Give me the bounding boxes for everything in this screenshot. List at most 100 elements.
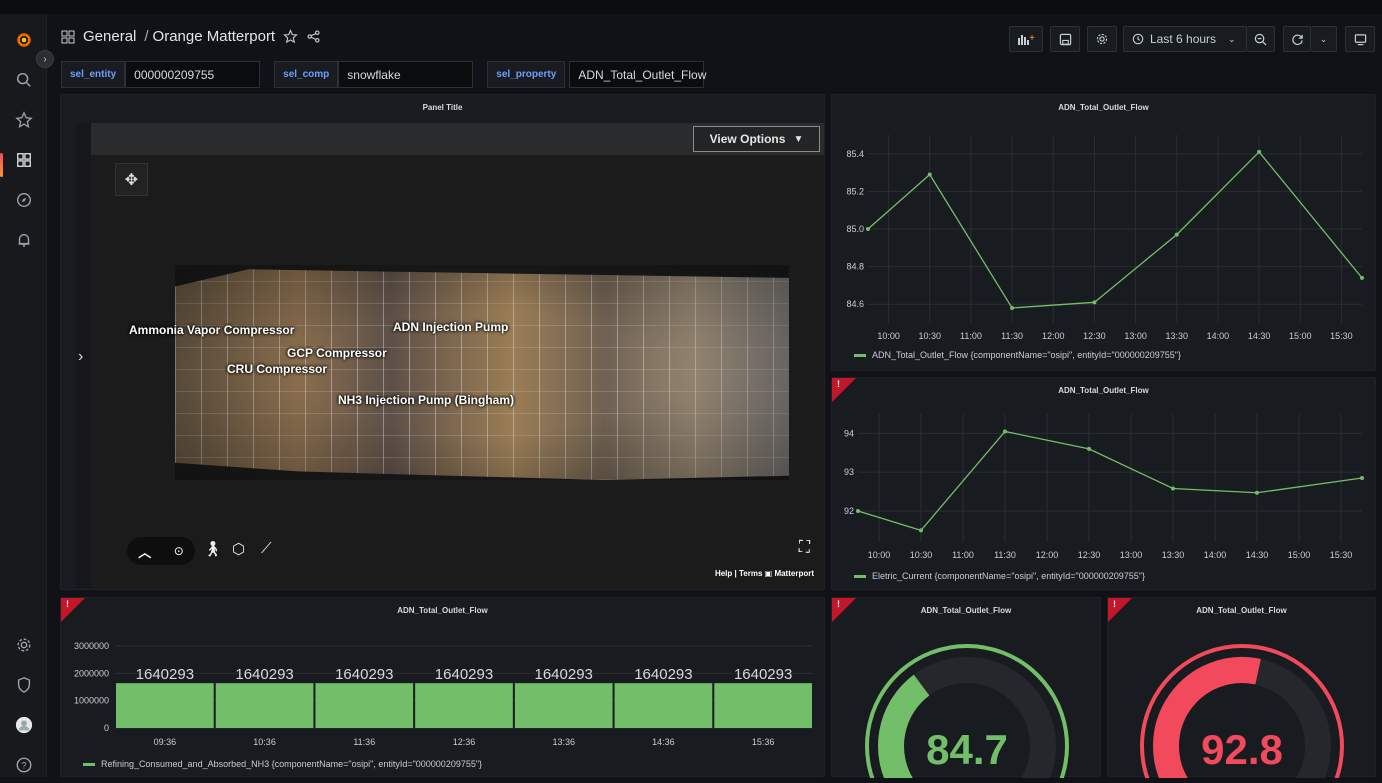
dashboards-icon[interactable] bbox=[0, 142, 47, 178]
gauge-chart[interactable]: 84.7 bbox=[832, 598, 1102, 778]
dashboards-icon bbox=[16, 153, 31, 167]
expand-sidebar-chevron-icon[interactable]: › bbox=[78, 348, 83, 366]
data-point bbox=[1360, 275, 1364, 280]
bar-value-label: 1640293 bbox=[235, 666, 293, 683]
y-tick-label: 0 bbox=[104, 723, 109, 733]
mattertag-label[interactable]: CRU Compressor bbox=[227, 362, 327, 376]
legend-label: Eletric_Current {componentName="osipi", … bbox=[872, 571, 1145, 581]
tv-mode-button[interactable] bbox=[1345, 26, 1375, 52]
mattertag-label[interactable]: GCP Compressor bbox=[287, 346, 387, 360]
navigation-mode-button[interactable]: ✥ bbox=[115, 163, 148, 196]
flow-line-chart[interactable]: 84.6 84.8 85.0 85.2 85.4 10:00 10:30 11:00 11:30… bbox=[832, 95, 1377, 372]
walk-mode-icon[interactable]: 🚶︎ bbox=[203, 540, 222, 558]
terms-link[interactable]: Terms bbox=[739, 569, 762, 578]
x-tick-label: 11:00 bbox=[952, 550, 974, 560]
var-input-comp[interactable]: snowflake bbox=[338, 61, 474, 88]
y-tick-label: 2000000 bbox=[74, 668, 109, 678]
refresh-interval-dropdown[interactable]: ⌄ bbox=[1311, 26, 1337, 52]
tour-controls[interactable]: ︿ ⊙ bbox=[127, 537, 195, 565]
x-tick-label: 11:30 bbox=[994, 550, 1016, 560]
x-tick-label: 10:36 bbox=[253, 737, 276, 747]
series-line bbox=[867, 150, 1363, 309]
chart-legend[interactable]: ADN_Total_Outlet_Flow {componentName="os… bbox=[854, 350, 1181, 360]
share-icon[interactable] bbox=[306, 29, 321, 44]
gauge-chart[interactable]: 92.8 bbox=[1108, 598, 1377, 778]
configuration-icon[interactable] bbox=[0, 627, 47, 663]
3d-model-canvas[interactable]: ✥ Ammonia Vapor Compressor ADN Injection… bbox=[91, 155, 824, 588]
sidebar: ? bbox=[0, 14, 47, 777]
x-tick-label: 11:36 bbox=[353, 737, 375, 747]
legend-color-swatch bbox=[83, 762, 95, 766]
save-dashboard-button[interactable] bbox=[1050, 26, 1080, 52]
chart-legend[interactable]: Refining_Consumed_and_Absorbed_NH3 {comp… bbox=[83, 759, 482, 769]
dashboard-title[interactable]: Orange Matterport bbox=[153, 28, 276, 45]
flow-line-panel: ADN_Total_Outlet_Flow 84.6 84.8 85.0 85.2 85… bbox=[831, 94, 1376, 371]
var-input-property[interactable]: ADN_Total_Outlet_Flow bbox=[569, 61, 706, 88]
var-input-entity[interactable]: 000000209755 bbox=[125, 61, 261, 88]
star-icon[interactable] bbox=[283, 29, 298, 44]
gauge-value: 84.7 bbox=[926, 726, 1008, 773]
svg-text:+: + bbox=[1029, 33, 1035, 44]
mattertag-label[interactable]: ADN Injection Pump bbox=[393, 320, 508, 334]
sidebar-expand-button[interactable]: › bbox=[36, 50, 54, 68]
refresh-button[interactable] bbox=[1283, 26, 1311, 52]
explore-icon[interactable] bbox=[0, 182, 47, 218]
y-tick-label: 84.8 bbox=[846, 262, 864, 272]
x-tick-label: 12:00 bbox=[1036, 550, 1059, 560]
dollhouse-icon[interactable]: ⬡ bbox=[232, 540, 245, 558]
server-admin-icon[interactable] bbox=[0, 667, 47, 703]
bar-value-label: 1640293 bbox=[535, 666, 593, 683]
bar-chart[interactable]: 0 1000000 2000000 3000000 1640293 09:36 164029… bbox=[61, 598, 826, 778]
play-icon[interactable]: ⊙ bbox=[174, 544, 184, 558]
panel-title[interactable]: Panel Title bbox=[61, 103, 824, 112]
add-panel-button[interactable]: + bbox=[1009, 26, 1043, 52]
x-tick-label: 12:30 bbox=[1078, 550, 1101, 560]
x-tick-label: 14:30 bbox=[1248, 331, 1271, 341]
gear-icon bbox=[1096, 33, 1108, 45]
avatar[interactable] bbox=[0, 707, 47, 743]
x-tick-label: 10:00 bbox=[877, 331, 900, 341]
x-tick-label: 09:36 bbox=[154, 737, 177, 747]
data-point bbox=[1360, 476, 1364, 480]
time-range-label: Last 6 hours bbox=[1150, 32, 1217, 46]
legend-label: Refining_Consumed_and_Absorbed_NH3 {comp… bbox=[101, 759, 483, 769]
zoom-out-button[interactable] bbox=[1247, 26, 1275, 52]
view-options-label: View Options bbox=[709, 132, 786, 146]
current-line-chart[interactable]: 92 93 94 10:00 10:30 11:00 11:30 12:00 12:30 13:0… bbox=[832, 378, 1377, 591]
alerting-icon[interactable] bbox=[0, 222, 47, 258]
data-point bbox=[1010, 305, 1015, 310]
chart-legend[interactable]: Eletric_Current {componentName="osipi", … bbox=[854, 571, 1145, 581]
measure-icon[interactable]: ⟋ bbox=[261, 540, 272, 557]
gauge-panel-1: ! ADN_Total_Outlet_Flow 84.7 bbox=[831, 597, 1102, 778]
matterport-brand[interactable]: Matterport bbox=[774, 569, 814, 578]
fullscreen-icon[interactable]: ⛶ bbox=[799, 539, 810, 557]
gauge-value: 92.8 bbox=[1201, 726, 1283, 773]
view-options-button[interactable]: View Options ▼ bbox=[693, 126, 820, 152]
data-point bbox=[1171, 486, 1175, 491]
bar-value-label: 1640293 bbox=[634, 666, 692, 683]
legend-label: ADN_Total_Outlet_Flow {componentName="os… bbox=[872, 350, 1181, 360]
time-picker[interactable]: Last 6 hours ⌄ bbox=[1123, 26, 1247, 52]
help-link[interactable]: Help bbox=[715, 569, 732, 578]
search-icon[interactable] bbox=[0, 62, 47, 98]
mattertag-label[interactable]: NH3 Injection Pump (Bingham) bbox=[338, 393, 514, 407]
breadcrumb-folder[interactable]: General bbox=[83, 28, 136, 45]
y-tick-label: 3000000 bbox=[74, 641, 109, 651]
mattertag-label[interactable]: Ammonia Vapor Compressor bbox=[129, 323, 294, 337]
gauge-value-arc bbox=[878, 674, 930, 778]
chevron-down-icon: ⌄ bbox=[1228, 33, 1236, 44]
chevron-right-icon: › bbox=[43, 53, 47, 65]
y-tick-label: 93 bbox=[844, 467, 854, 477]
chevron-up-icon[interactable]: ︿ bbox=[138, 542, 151, 561]
bar-value-label: 1640293 bbox=[136, 666, 194, 683]
x-tick-label: 15:30 bbox=[1330, 331, 1353, 341]
x-tick-label: 10:30 bbox=[918, 331, 941, 341]
bar bbox=[415, 683, 513, 728]
starred-icon[interactable] bbox=[0, 102, 47, 138]
dashboard-settings-button[interactable] bbox=[1087, 26, 1117, 52]
data-point bbox=[927, 172, 932, 177]
help-icon[interactable]: ? bbox=[0, 747, 47, 783]
matterport-viewer[interactable]: View Options ▼ › ✥ Ammonia Vapor Compress… bbox=[76, 123, 824, 588]
y-tick-label: 85.0 bbox=[846, 224, 864, 234]
data-point bbox=[1003, 429, 1007, 434]
